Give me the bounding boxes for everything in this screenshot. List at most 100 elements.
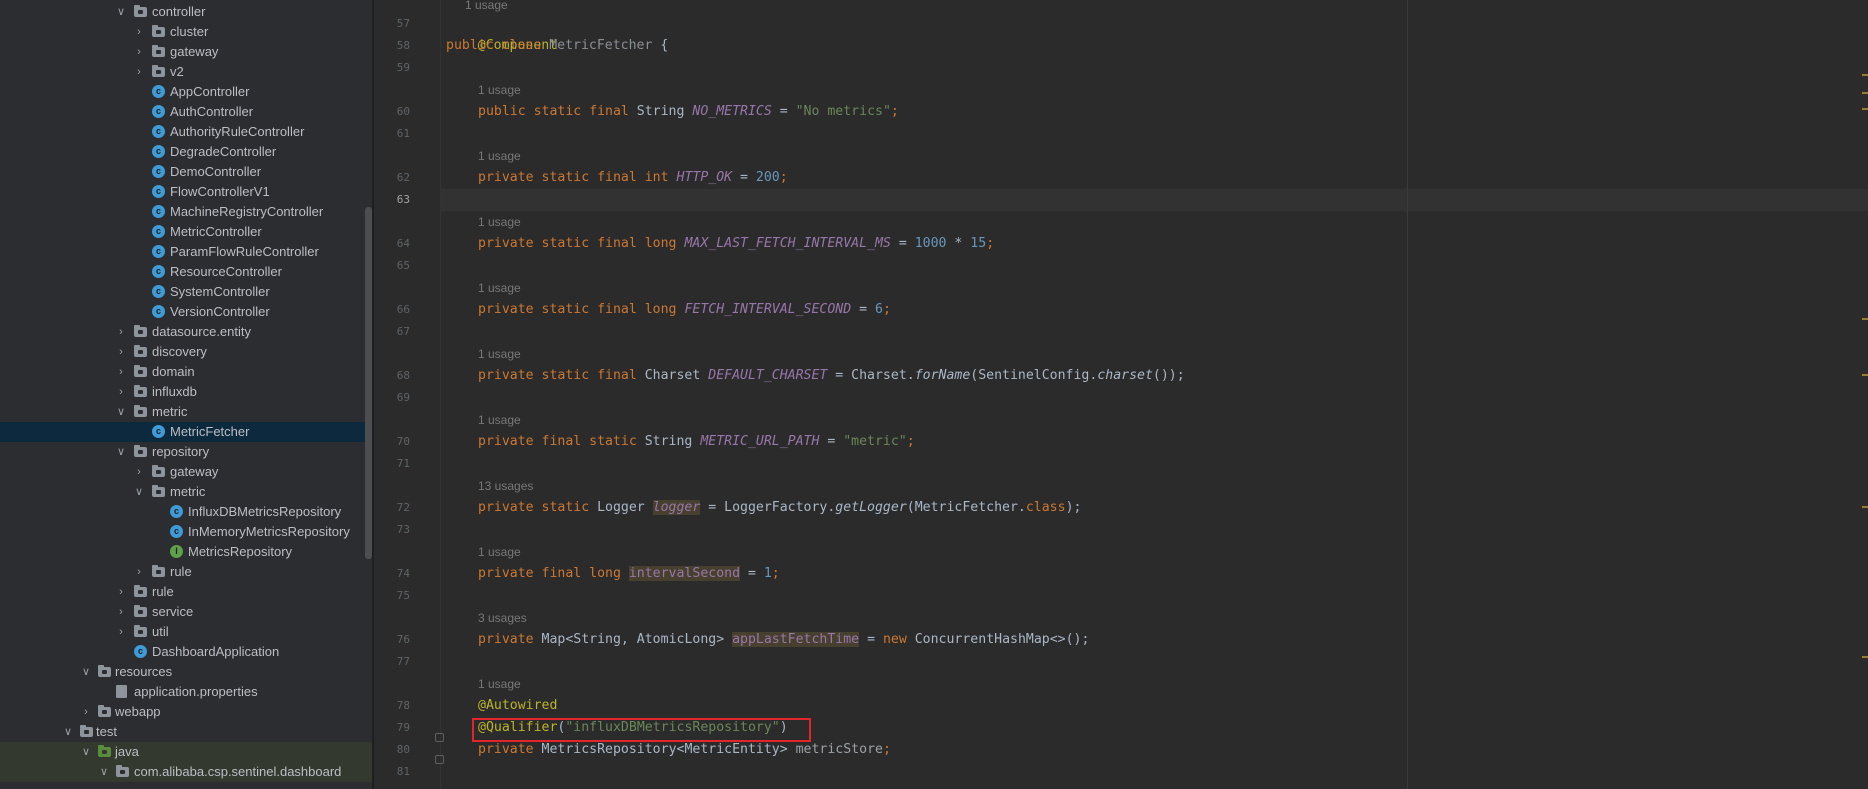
tree-item[interactable]: › domain — [0, 362, 372, 382]
line-number[interactable]: 62 — [370, 169, 410, 187]
chevron-right-icon[interactable]: › — [133, 62, 145, 82]
tree-item[interactable]: › cluster — [0, 22, 372, 42]
tree-item[interactable]: ∨ java — [0, 742, 372, 762]
usage-hint[interactable]: 1 usage — [478, 543, 521, 561]
usage-hint[interactable]: 1 usage — [478, 147, 521, 165]
scrollbar-marker[interactable] — [1862, 108, 1868, 110]
tree-item[interactable]: c MachineRegistryController — [0, 202, 372, 222]
tree-item[interactable]: c VersionController — [0, 302, 372, 322]
tree-item[interactable]: c MetricController — [0, 222, 372, 242]
line-number[interactable]: 69 — [370, 389, 410, 407]
scrollbar-marker[interactable] — [1862, 92, 1868, 94]
line-number[interactable]: 72 — [370, 499, 410, 517]
tree-item[interactable]: ∨ resources — [0, 662, 372, 682]
tree-item[interactable]: ∨ metric — [0, 482, 372, 502]
tree-item[interactable]: c DemoController — [0, 162, 372, 182]
usage-hint[interactable]: 1 usage — [478, 213, 521, 231]
line-number[interactable]: 63 — [370, 191, 410, 209]
usage-hint[interactable]: 3 usages — [478, 609, 527, 627]
chevron-right-icon[interactable]: › — [115, 582, 127, 602]
tree-item[interactable]: c DegradeController — [0, 142, 372, 162]
chevron-right-icon[interactable]: › — [80, 702, 92, 722]
chevron-down-icon[interactable]: ∨ — [133, 482, 145, 502]
chevron-right-icon[interactable]: › — [115, 362, 127, 382]
chevron-down-icon[interactable]: ∨ — [115, 442, 127, 462]
line-number[interactable]: 67 — [370, 323, 410, 341]
line-number[interactable]: 65 — [370, 257, 410, 275]
chevron-down-icon[interactable]: ∨ — [80, 662, 92, 682]
line-number[interactable]: 77 — [370, 653, 410, 671]
tree-item[interactable]: › gateway — [0, 42, 372, 62]
tree-item[interactable]: ∨ repository — [0, 442, 372, 462]
usage-hint[interactable]: 1 usage — [478, 81, 521, 99]
line-number[interactable]: 59 — [370, 59, 410, 77]
tree-item[interactable]: › rule — [0, 562, 372, 582]
tree-item[interactable]: › v2 — [0, 62, 372, 82]
tree-item[interactable]: I MetricsRepository — [0, 542, 372, 562]
line-number[interactable]: 74 — [370, 565, 410, 583]
line-number[interactable]: 58 — [370, 37, 410, 55]
scrollbar-marker[interactable] — [1862, 318, 1868, 320]
line-number[interactable]: 64 — [370, 235, 410, 253]
tree-item[interactable]: c SystemController — [0, 282, 372, 302]
tree-item[interactable]: c AppController — [0, 82, 372, 102]
line-number[interactable]: 70 — [370, 433, 410, 451]
tree-item[interactable]: c AuthController — [0, 102, 372, 122]
tree-item[interactable]: › discovery — [0, 342, 372, 362]
chevron-down-icon[interactable]: ∨ — [98, 762, 110, 782]
usage-hint[interactable]: 1 usage — [478, 411, 521, 429]
scrollbar-marker[interactable] — [1862, 74, 1868, 76]
tree-item[interactable]: c FlowControllerV1 — [0, 182, 372, 202]
tree-item[interactable]: ∨ test — [0, 722, 372, 742]
line-number[interactable]: 68 — [370, 367, 410, 385]
tree-item[interactable]: ∨ controller — [0, 2, 372, 22]
line-number[interactable]: 73 — [370, 521, 410, 539]
line-number[interactable]: 60 — [370, 103, 410, 121]
tree-item[interactable]: › webapp — [0, 702, 372, 722]
tree-item[interactable]: application.properties — [0, 682, 372, 702]
line-number[interactable]: 81 — [370, 763, 410, 781]
tree-item[interactable]: c InMemoryMetricsRepository — [0, 522, 372, 542]
line-number[interactable]: 75 — [370, 587, 410, 605]
usage-hint[interactable]: 1 usage — [478, 279, 521, 297]
chevron-right-icon[interactable]: › — [133, 462, 145, 482]
scrollbar-marker[interactable] — [1862, 656, 1868, 658]
usage-hint[interactable]: 13 usages — [478, 477, 533, 495]
tree-item[interactable]: c AuthorityRuleController — [0, 122, 372, 142]
chevron-right-icon[interactable]: › — [115, 602, 127, 622]
line-number[interactable]: 78 — [370, 697, 410, 715]
chevron-down-icon[interactable]: ∨ — [115, 402, 127, 422]
tree-item[interactable]: › influxdb — [0, 382, 372, 402]
tree-item[interactable]: › datasource.entity — [0, 322, 372, 342]
chevron-right-icon[interactable]: › — [115, 382, 127, 402]
line-number[interactable]: 80 — [370, 741, 410, 759]
usage-hint[interactable]: 1 usage — [465, 0, 508, 14]
tree-item[interactable]: › util — [0, 622, 372, 642]
chevron-right-icon[interactable]: › — [133, 22, 145, 42]
usage-hint[interactable]: 1 usage — [478, 345, 521, 363]
usage-hint[interactable]: 1 usage — [478, 675, 521, 693]
line-number[interactable]: 79 — [370, 719, 410, 737]
tree-item[interactable]: › rule — [0, 582, 372, 602]
tree-item[interactable]: c DashboardApplication — [0, 642, 372, 662]
tree-item[interactable]: c ParamFlowRuleController — [0, 242, 372, 262]
chevron-down-icon[interactable]: ∨ — [80, 742, 92, 762]
chevron-right-icon[interactable]: › — [133, 562, 145, 582]
line-number[interactable]: 66 — [370, 301, 410, 319]
scrollbar-marker[interactable] — [1862, 374, 1868, 376]
tree-item[interactable]: c ResourceController — [0, 262, 372, 282]
tree-item[interactable]: ∨ metric — [0, 402, 372, 422]
chevron-down-icon[interactable]: ∨ — [62, 722, 74, 742]
tree-item[interactable]: c InfluxDBMetricsRepository — [0, 502, 372, 522]
line-number[interactable]: 57 — [370, 15, 410, 33]
line-number[interactable]: 61 — [370, 125, 410, 143]
line-number[interactable]: 76 — [370, 631, 410, 649]
chevron-down-icon[interactable]: ∨ — [115, 2, 127, 22]
chevron-right-icon[interactable]: › — [115, 342, 127, 362]
tree-item[interactable]: › gateway — [0, 462, 372, 482]
tree-item[interactable]: c MetricFetcher — [0, 422, 372, 442]
chevron-right-icon[interactable]: › — [133, 42, 145, 62]
scrollbar-marker[interactable] — [1862, 506, 1868, 508]
tree-item[interactable]: › service — [0, 602, 372, 622]
code-editor[interactable]: 1 usage @Component public class MetricFe… — [441, 0, 1868, 789]
